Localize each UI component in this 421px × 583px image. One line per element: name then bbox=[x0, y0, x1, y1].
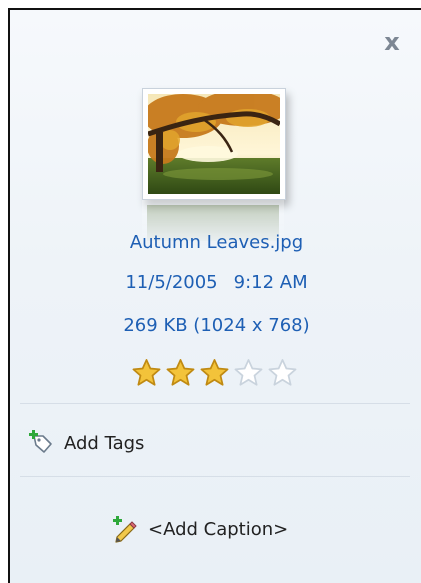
star-icon[interactable] bbox=[130, 357, 163, 389]
thumbnail-frame bbox=[142, 88, 286, 200]
details-pane: x Autumn Leaves.jpg 11/5/2005 9:12 AM 26… bbox=[8, 8, 421, 583]
star-icon[interactable] bbox=[232, 357, 265, 389]
file-date: 11/5/2005 bbox=[125, 272, 218, 293]
file-name-link[interactable]: Autumn Leaves.jpg bbox=[10, 232, 421, 253]
star-icon[interactable] bbox=[164, 357, 197, 389]
photo-thumbnail[interactable] bbox=[142, 88, 292, 248]
section-divider bbox=[20, 403, 410, 404]
star-icon[interactable] bbox=[266, 357, 299, 389]
add-caption-button[interactable]: <Add Caption> bbox=[110, 514, 288, 544]
add-caption-label: <Add Caption> bbox=[148, 518, 289, 540]
file-size: 269 KB (1024 x 768) bbox=[123, 315, 310, 336]
section-divider bbox=[20, 476, 410, 477]
file-date-time: 11/5/2005 9:12 AM bbox=[10, 272, 421, 293]
pencil-add-icon bbox=[113, 516, 137, 543]
file-time: 9:12 AM bbox=[233, 272, 308, 293]
star-rating[interactable] bbox=[130, 357, 306, 389]
add-tags-button[interactable]: Add Tags bbox=[28, 428, 144, 458]
tag-add-icon bbox=[29, 430, 52, 453]
autumn-leaves-image bbox=[148, 94, 280, 194]
add-tags-label: Add Tags bbox=[64, 432, 145, 454]
close-icon[interactable]: x bbox=[380, 30, 404, 54]
star-icon[interactable] bbox=[198, 357, 231, 389]
